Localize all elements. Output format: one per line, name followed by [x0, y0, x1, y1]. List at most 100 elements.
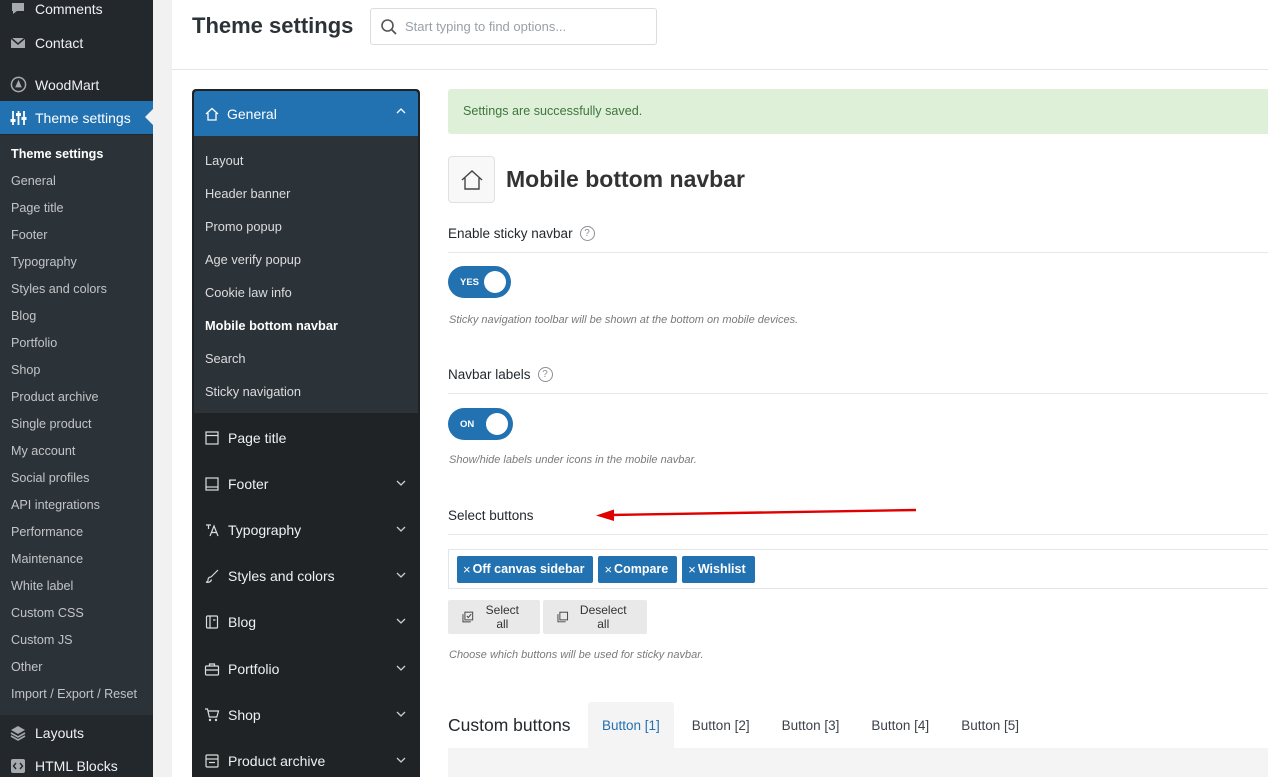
menu-item-html-blocks[interactable]: HTML Blocks: [0, 749, 153, 777]
deselect-all-icon: [557, 611, 569, 623]
submenu-item[interactable]: Single product: [0, 411, 153, 438]
submenu-item[interactable]: Custom CSS: [0, 600, 153, 627]
woodmart-icon: [9, 76, 27, 94]
chevron-down-icon: [396, 572, 406, 578]
custom-buttons-title: Custom buttons: [448, 715, 571, 735]
nav-group-shop[interactable]: Shop: [194, 692, 418, 738]
submenu-item[interactable]: General: [0, 168, 153, 195]
blog-icon: [205, 615, 219, 629]
menu-item-contact[interactable]: Contact: [0, 26, 153, 59]
briefcase-icon: [204, 663, 220, 676]
field-label: Enable sticky navbar: [448, 226, 573, 241]
field-title: Navbar labels ?: [448, 367, 553, 382]
help-icon[interactable]: ?: [579, 226, 595, 241]
chevron-down-icon: [396, 711, 406, 717]
submenu-item[interactable]: My account: [0, 438, 153, 465]
cart-icon: [205, 708, 220, 722]
nav-group-blog[interactable]: Blog: [194, 599, 418, 645]
page-header: Theme settings: [172, 0, 1268, 70]
nav-group-label: Blog: [228, 614, 257, 630]
admin-sidebar: Comments Contact WoodMart Theme settings…: [0, 0, 153, 777]
menu-item-label: Layouts: [35, 724, 85, 741]
code-icon: [9, 757, 27, 775]
nav-subitems: Layout Header banner Promo popup Age ver…: [194, 136, 418, 413]
settings-nav: General Layout Header banner Promo popup…: [192, 89, 420, 777]
submenu-item[interactable]: Footer: [0, 222, 153, 249]
submenu-item[interactable]: Maintenance: [0, 546, 153, 573]
select-all-button[interactable]: Select all: [448, 600, 540, 634]
typography-icon: [206, 524, 219, 537]
field-description: Choose which buttons will be used for st…: [449, 649, 704, 661]
submenu-item[interactable]: Other: [0, 654, 153, 681]
chip-label: Compare: [614, 562, 669, 576]
nav-subitem[interactable]: Layout: [194, 147, 418, 180]
nav-group-portfolio[interactable]: Portfolio: [194, 646, 418, 692]
submenu-item[interactable]: Portfolio: [0, 330, 153, 357]
nav-group-product-archive[interactable]: Product archive: [194, 738, 418, 777]
submenu-item[interactable]: Performance: [0, 519, 153, 546]
menu-item-layouts[interactable]: Layouts: [0, 716, 153, 749]
chevron-down-icon: [396, 665, 406, 671]
tab-button-1[interactable]: Button [1]: [588, 702, 674, 748]
submenu-item[interactable]: Shop: [0, 357, 153, 384]
red-arrow-annotation: [596, 508, 917, 521]
toggle-label: ON: [460, 418, 475, 430]
help-icon[interactable]: ?: [537, 367, 553, 382]
chip-off-canvas-sidebar[interactable]: × Off canvas sidebar: [457, 555, 594, 583]
chip-compare[interactable]: × Compare: [598, 555, 678, 583]
select-all-icon: [462, 611, 474, 623]
submenu-item[interactable]: Typography: [0, 249, 153, 276]
menu-item-theme-settings[interactable]: Theme settings: [0, 101, 153, 134]
submenu-item[interactable]: Page title: [0, 195, 153, 222]
navbar-labels-toggle[interactable]: ON: [448, 408, 513, 440]
nav-group-page-title[interactable]: Page title: [194, 415, 418, 461]
chevron-up-icon: [396, 108, 406, 114]
menu-item-comments[interactable]: Comments: [0, 0, 153, 25]
nav-subitem[interactable]: Cookie law info: [194, 279, 418, 312]
remove-icon[interactable]: ×: [463, 562, 471, 577]
nav-subitem-current[interactable]: Mobile bottom navbar: [194, 312, 418, 345]
tab-button-2[interactable]: Button [2]: [678, 702, 764, 748]
custom-buttons-tabs: Button [1] Button [2] Button [3] Button …: [588, 702, 1037, 748]
tab-button-5[interactable]: Button [5]: [947, 702, 1033, 748]
nav-subitem[interactable]: Search: [194, 345, 418, 378]
deselect-all-button[interactable]: Deselect all: [543, 600, 647, 634]
tab-button-3[interactable]: Button [3]: [768, 702, 854, 748]
submenu-item[interactable]: Styles and colors: [0, 276, 153, 303]
chevron-down-icon: [396, 526, 406, 532]
options-search[interactable]: [370, 8, 657, 45]
submenu-item[interactable]: Product archive: [0, 384, 153, 411]
chip-wishlist[interactable]: × Wishlist: [682, 555, 755, 583]
nav-group-label: Page title: [228, 430, 287, 446]
tab-panel: [448, 748, 1268, 777]
mail-icon: [9, 34, 27, 52]
nav-subitem[interactable]: Sticky navigation: [194, 378, 418, 411]
remove-icon[interactable]: ×: [688, 562, 696, 577]
nav-subitem[interactable]: Header banner: [194, 180, 418, 213]
buttons-multiselect[interactable]: × Off canvas sidebar × Compare × Wishlist: [448, 549, 1268, 589]
submenu-item[interactable]: Theme settings: [0, 141, 153, 168]
submenu-item[interactable]: Custom JS: [0, 627, 153, 654]
nav-group-footer[interactable]: Footer: [194, 461, 418, 507]
nav-subitem[interactable]: Promo popup: [194, 213, 418, 246]
submenu-item[interactable]: White label: [0, 573, 153, 600]
search-input[interactable]: [405, 19, 645, 34]
menu-item-label: Theme settings: [35, 109, 131, 126]
submenu-item[interactable]: Blog: [0, 303, 153, 330]
page-title-icon: [205, 431, 219, 445]
submenu-item[interactable]: Import / Export / Reset: [0, 681, 153, 708]
home-icon: [448, 156, 495, 203]
remove-icon[interactable]: ×: [604, 562, 612, 577]
divider: [448, 393, 1268, 394]
tab-button-4[interactable]: Button [4]: [857, 702, 943, 748]
menu-item-woodmart[interactable]: WoodMart: [0, 68, 153, 101]
nav-group-general[interactable]: General: [194, 91, 418, 136]
sticky-navbar-toggle[interactable]: YES: [448, 266, 511, 298]
nav-group-styles-colors[interactable]: Styles and colors: [194, 553, 418, 599]
nav-subitem[interactable]: Age verify popup: [194, 246, 418, 279]
nav-group-typography[interactable]: Typography: [194, 507, 418, 553]
submenu-item[interactable]: API integrations: [0, 492, 153, 519]
nav-group-label: Typography: [228, 522, 302, 538]
toggle-label: YES: [460, 276, 480, 288]
submenu-item[interactable]: Social profiles: [0, 465, 153, 492]
